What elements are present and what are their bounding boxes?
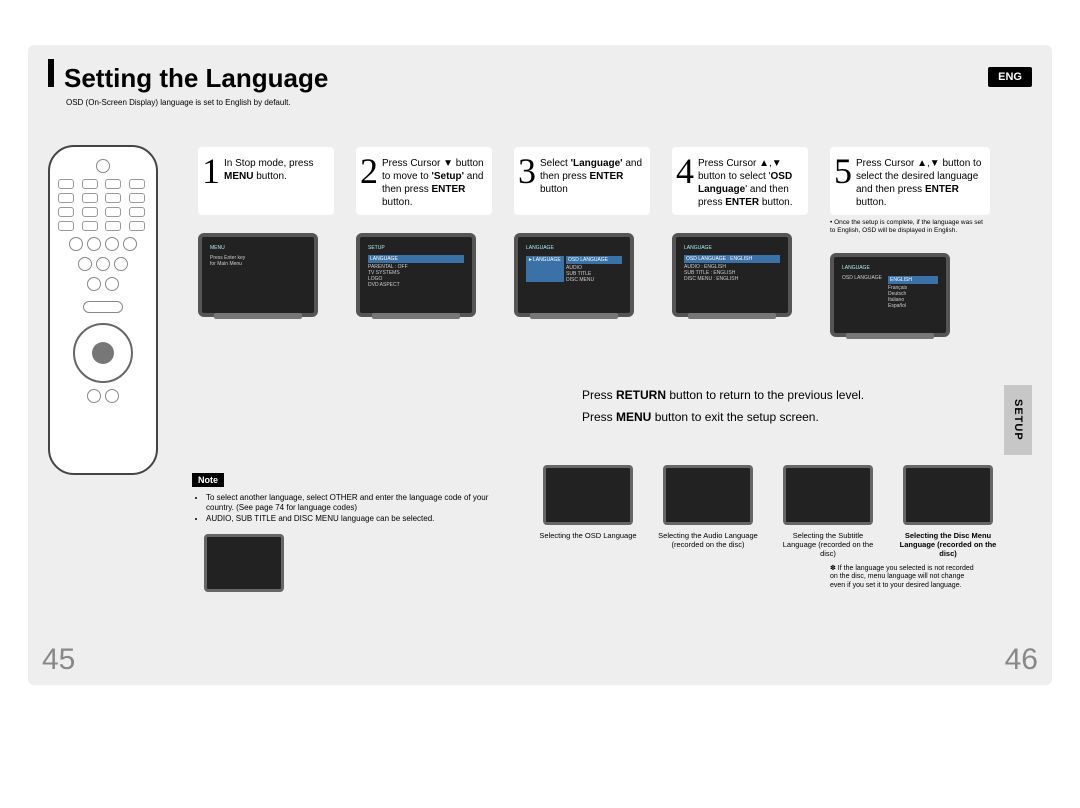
tv-thumb-icon xyxy=(903,465,993,525)
step-number: 1 xyxy=(202,153,220,189)
step-2: 2 Press Cursor ▼ button to move to 'Setu… xyxy=(356,147,492,337)
thumb-osd: Selecting the OSD Language xyxy=(538,465,638,558)
remote-control-illustration xyxy=(48,145,158,475)
thumb-disc-menu: Selecting the Disc Menu Language (record… xyxy=(898,465,998,558)
tv-screenshot-3: LANGUAGE ►LANGUAGE OSD LANGUAGE AUDIO SU… xyxy=(514,233,634,317)
step-5: 5 Press Cursor ▲,▼ button to select the … xyxy=(830,147,990,337)
tv-screenshot-4: LANGUAGE OSD LANGUAGE : ENGLISH AUDIO : … xyxy=(672,233,792,317)
language-badge: ENG xyxy=(988,67,1032,87)
bottom-thumbnails: Selecting the OSD Language Selecting the… xyxy=(538,465,998,558)
step-text: In Stop mode, press MENU button. xyxy=(224,153,328,183)
page-number-right: 46 xyxy=(1005,643,1038,677)
step-text: Press Cursor ▼ button to move to 'Setup'… xyxy=(382,153,486,209)
thumb-subtitle: Selecting the Subtitle Language (recorde… xyxy=(778,465,878,558)
page-title: Setting the Language xyxy=(64,63,328,94)
manual-page: Setting the Language ENG OSD (On-Screen … xyxy=(28,45,1052,685)
tv-thumb-icon xyxy=(663,465,753,525)
page-subtitle: OSD (On-Screen Display) language is set … xyxy=(66,98,1032,107)
step-text: Press Cursor ▲,▼ button to select 'OSD L… xyxy=(698,153,802,209)
step-1: 1 In Stop mode, press MENU button. MENU … xyxy=(198,147,334,337)
note-item: To select another language, select OTHER… xyxy=(206,493,512,514)
tv-thumb-icon xyxy=(543,465,633,525)
page-numbers: 45 46 xyxy=(42,643,1038,677)
tv-screenshot-2: SETUP LANGUAGE PARENTAL : OFF TV SYSTEMS… xyxy=(356,233,476,317)
step-5-note: • Once the setup is complete, if the lan… xyxy=(830,219,990,235)
steps-row: 1 In Stop mode, press MENU button. MENU … xyxy=(198,147,990,337)
page-number-left: 45 xyxy=(42,643,75,677)
step-number: 2 xyxy=(360,153,378,189)
title-accent-bar xyxy=(48,59,54,87)
return-instructions: Press RETURN button to return to the pre… xyxy=(582,385,962,428)
tv-screenshot-1: MENU Press Enter key for Main Menu xyxy=(198,233,318,317)
enter-button-icon xyxy=(92,342,114,364)
title-row: Setting the Language ENG xyxy=(48,59,1032,94)
step-4: 4 Press Cursor ▲,▼ button to select 'OSD… xyxy=(672,147,808,337)
note-tv-screenshot xyxy=(204,534,284,592)
step-number: 4 xyxy=(676,153,694,189)
cursor-pad-icon xyxy=(73,323,133,383)
menu-button-icon xyxy=(83,301,123,313)
note-item: AUDIO, SUB TITLE and DISC MENU language … xyxy=(206,514,512,524)
step-number: 5 xyxy=(834,153,852,189)
note-badge: Note xyxy=(192,473,224,487)
step-text: Press Cursor ▲,▼ button to select the de… xyxy=(856,153,984,209)
setup-side-tab: SETUP xyxy=(1004,385,1032,455)
step-3: 3 Select 'Language' and then press ENTER… xyxy=(514,147,650,337)
step-number: 3 xyxy=(518,153,536,189)
step-text: Select 'Language' and then press ENTER b… xyxy=(540,153,644,196)
thumb-audio: Selecting the Audio Language (recorded o… xyxy=(658,465,758,558)
note-section: Note To select another language, select … xyxy=(192,473,512,592)
tv-thumb-icon xyxy=(783,465,873,525)
tv-screenshot-5: LANGUAGE OSD LANGUAGE ENGLISH Français D… xyxy=(830,253,950,337)
disclaimer-text: ✽ If the language you selected is not re… xyxy=(830,565,980,590)
